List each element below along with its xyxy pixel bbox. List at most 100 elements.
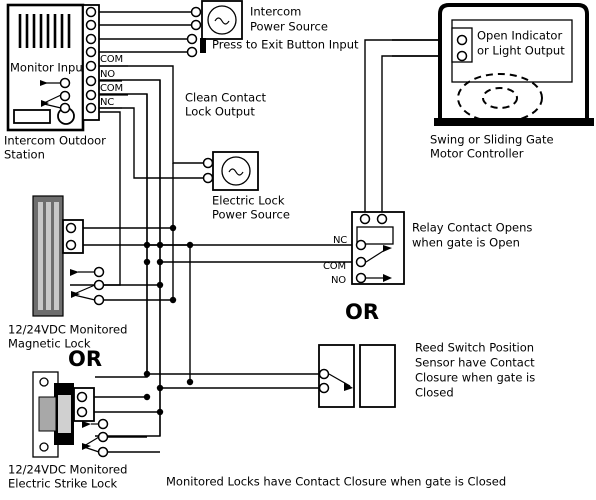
relay-coil-terminal-1[interactable] — [359, 213, 371, 225]
intercom-power-line2: Power Source — [250, 20, 328, 34]
junction-dot — [156, 281, 164, 289]
intercom-power-source[interactable]: Intercom Power Source — [190, 0, 328, 40]
nameplate — [13, 109, 51, 124]
maglock-contact-blade — [73, 284, 96, 295]
terminal-8-nc[interactable] — [85, 102, 97, 114]
intercom-outdoor-station[interactable]: Monitor Input COM NO COM NC Intercom Out… — [4, 3, 128, 162]
terminal-4[interactable] — [85, 46, 97, 58]
junction-dot — [156, 384, 164, 392]
reed-terminal-1[interactable] — [318, 368, 330, 380]
reed-switch-sensor[interactable]: Reed Switch Position Sensor have Contact… — [318, 341, 535, 408]
lock-power-terminal-2[interactable] — [202, 172, 214, 184]
junction-dot — [143, 241, 151, 249]
electric-strike-lock[interactable]: 12/24VDC Monitored Electric Strike Lock — [8, 371, 127, 491]
intercom-power-line1: Intercom — [250, 5, 301, 19]
maglock-monitor-terminal-no[interactable] — [93, 294, 105, 306]
power-terminal-2[interactable] — [190, 19, 202, 31]
maglock-stripe — [54, 202, 59, 310]
magnetic-lock[interactable]: 12/24VDC Monitored Magnetic Lock — [8, 195, 127, 351]
reed-note-line4: Closed — [415, 386, 454, 400]
reed-terminal-2[interactable] — [318, 382, 330, 394]
arrow-icon — [82, 421, 91, 428]
gate-motor-controller[interactable]: Open Indicator or Light Output Swing or … — [430, 3, 594, 161]
maglock-power-terminal-1[interactable] — [65, 222, 77, 234]
open-indicator-terminal-2[interactable] — [456, 50, 468, 62]
junction-dot — [169, 224, 177, 232]
terminal-6-no[interactable] — [85, 75, 97, 87]
junction-dot — [156, 258, 164, 266]
terminal-label-no: NO — [100, 69, 115, 80]
wire-nc-to-lockpower — [97, 107, 208, 179]
strike-keeper-lip — [38, 396, 57, 432]
strike-power-terminal-2[interactable] — [76, 406, 88, 418]
strike-monitor-terminal-com[interactable] — [97, 431, 109, 443]
gate-caption-line1: Swing or Sliding Gate — [430, 133, 554, 147]
junction-dot — [143, 393, 151, 401]
exit-terminal-1[interactable] — [186, 33, 198, 45]
relay-terminal-com[interactable] — [355, 256, 367, 268]
terminal-label-com-top: COM — [100, 54, 123, 65]
controller-base — [434, 118, 594, 126]
junction-dot — [156, 408, 164, 416]
gate-caption-line2: Motor Controller — [430, 147, 524, 161]
strike-caption-line2: Electric Strike Lock — [8, 477, 118, 491]
maglock-power-terminal-2[interactable] — [65, 239, 77, 251]
strike-keeper-inner — [58, 395, 71, 433]
intercom-caption-line2: Station — [4, 148, 45, 162]
terminal-7-com[interactable] — [85, 89, 97, 101]
reed-note-line3: Closure when gate is — [415, 371, 535, 385]
arrow-icon — [70, 269, 79, 276]
strike-screw-hole-bottom — [39, 442, 49, 452]
lock-power-terminal-1[interactable] — [202, 157, 214, 169]
footer-note: Monitored Locks have Contact Closure whe… — [166, 475, 506, 489]
gate-output-line2: or Light Output — [477, 44, 565, 58]
maglock-monitor-terminal-nc[interactable] — [93, 266, 105, 278]
open-indicator-terminal-1[interactable] — [456, 34, 468, 46]
contact-terminal — [59, 102, 71, 114]
maglock-caption-line1: 12/24VDC Monitored — [8, 323, 127, 337]
maglock-monitor-terminal-com[interactable] — [93, 279, 105, 291]
contact-terminal — [59, 90, 71, 102]
maglock-contact-lead — [73, 294, 96, 301]
relay-note-line1: Relay Contact Opens — [412, 221, 532, 235]
terminal-label-com-bottom: COM — [100, 83, 123, 94]
reed-note-line1: Reed Switch Position — [415, 341, 534, 355]
push-button-icon[interactable] — [200, 38, 206, 53]
gate-output-line1: Open Indicator — [477, 29, 562, 43]
exit-terminal-2[interactable] — [186, 46, 198, 58]
junction-dot — [186, 241, 194, 249]
strike-power-terminal-1[interactable] — [76, 391, 88, 403]
junction-dot — [186, 378, 194, 386]
strike-monitor-terminal-nc[interactable] — [97, 418, 109, 430]
relay-note-line2: when gate is Open — [412, 236, 520, 250]
press-to-exit-label: Press to Exit Button Input — [212, 38, 359, 52]
clean-contact-label: Clean Contact Lock Output — [185, 91, 267, 119]
terminal-3[interactable] — [85, 33, 97, 45]
power-terminal-1[interactable] — [190, 6, 202, 18]
relay-label-com: COM — [323, 261, 346, 272]
relay-contact-box[interactable]: NC COM NO Relay Contact Opens when gate … — [323, 211, 532, 286]
electric-lock-power-source[interactable]: Electric Lock Power Source — [202, 151, 290, 222]
monitor-input-label: Monitor Input — [10, 61, 88, 75]
relay-terminal-no[interactable] — [355, 272, 367, 284]
clean-contact-line1: Clean Contact — [185, 91, 267, 105]
terminal-label-nc: NC — [100, 97, 114, 108]
terminal-2[interactable] — [85, 19, 97, 31]
clean-contact-line2: Lock Output — [185, 105, 255, 119]
press-to-exit-button[interactable]: Press to Exit Button Input — [186, 33, 359, 58]
relay-terminal-nc[interactable] — [355, 239, 367, 251]
relay-coil-terminal-2[interactable] — [376, 213, 388, 225]
junction-dot — [156, 241, 164, 249]
intercom-caption-line1: Intercom Outdoor — [4, 134, 106, 148]
or-label-right: OR — [345, 300, 379, 324]
terminal-5-com[interactable] — [85, 60, 97, 72]
wiring-diagram: Monitor Input COM NO COM NC Intercom Out… — [0, 0, 596, 500]
terminal-1[interactable] — [85, 6, 97, 18]
reed-note-line2: Sensor have Contact — [415, 356, 535, 370]
strike-monitor-terminal-no[interactable] — [97, 446, 109, 458]
electric-lock-power-line2: Power Source — [212, 208, 290, 222]
relay-label-no: NO — [331, 275, 346, 286]
junction-dot — [143, 370, 151, 378]
contact-terminal — [59, 77, 71, 89]
strike-screw-hole-top — [39, 377, 49, 387]
